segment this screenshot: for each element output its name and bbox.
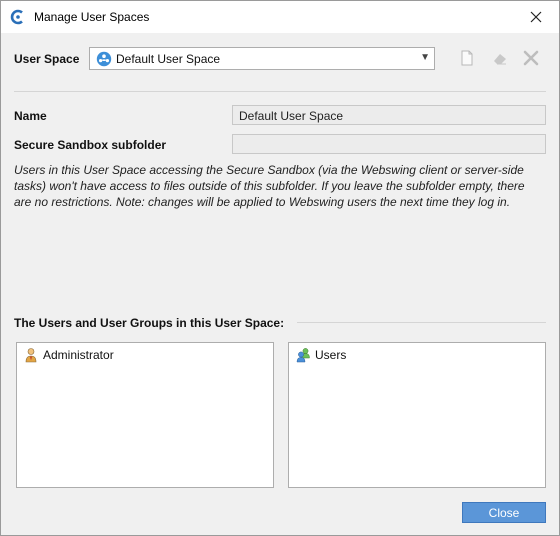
close-button[interactable]: Close — [462, 502, 546, 523]
title-bar[interactable]: Manage User Spaces — [1, 1, 559, 33]
list-item[interactable]: Users — [295, 346, 346, 364]
list-item[interactable]: Administrator — [23, 346, 114, 364]
delete-icon[interactable] — [522, 49, 540, 67]
users-list[interactable]: Administrator — [16, 342, 274, 488]
members-heading: The Users and User Groups in this User S… — [14, 316, 285, 330]
new-document-icon[interactable] — [458, 49, 476, 67]
name-field[interactable]: Default User Space — [232, 105, 546, 125]
sandbox-label: Secure Sandbox subfolder — [14, 138, 167, 152]
window-close-button[interactable] — [513, 1, 559, 33]
app-logo-icon — [10, 9, 23, 25]
sandbox-subfolder-field[interactable] — [232, 134, 546, 154]
dialog-window: Manage User Spaces User Space Default Us… — [0, 0, 560, 536]
sandbox-note: Users in this User Space accessing the S… — [14, 163, 525, 209]
groups-list[interactable]: Users — [288, 342, 546, 488]
user-space-icon — [96, 51, 112, 67]
user-space-label: User Space — [14, 52, 80, 66]
user-space-select[interactable]: Default User Space ▼ — [89, 47, 435, 70]
eraser-icon[interactable] — [491, 49, 509, 67]
divider — [297, 322, 546, 323]
user-space-value: Default User Space — [116, 52, 221, 66]
divider — [14, 91, 546, 92]
chevron-down-icon: ▼ — [420, 52, 430, 63]
user-group-icon — [296, 348, 310, 363]
group-name: Users — [315, 348, 347, 362]
name-label: Name — [14, 109, 47, 123]
window-title: Manage User Spaces — [34, 10, 150, 24]
close-icon — [530, 11, 542, 23]
user-name: Administrator — [43, 348, 114, 362]
user-icon — [25, 348, 37, 363]
name-value: Default User Space — [239, 109, 344, 123]
